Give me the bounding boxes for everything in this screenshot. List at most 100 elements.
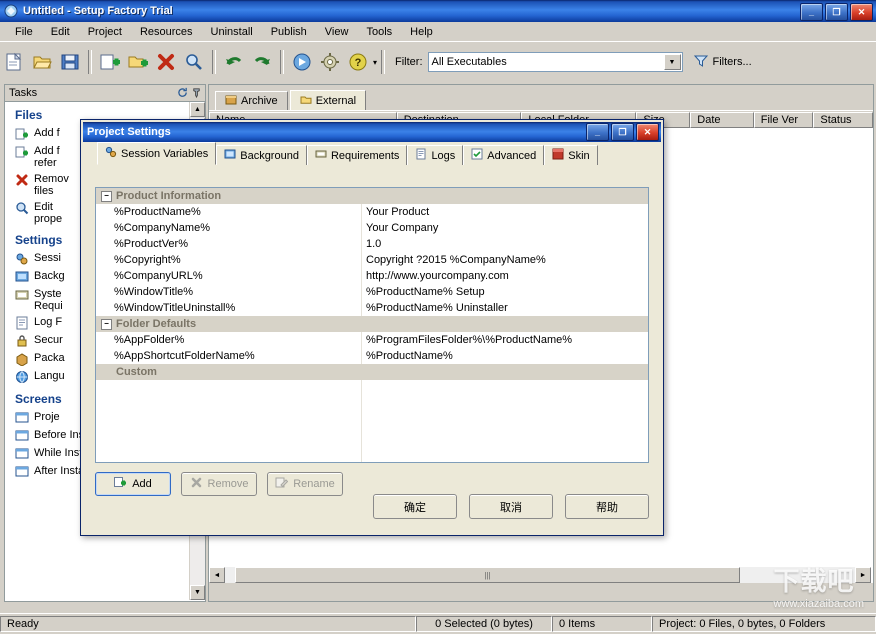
session-icon — [15, 252, 29, 266]
tab-background[interactable]: Background — [216, 145, 307, 165]
chevron-down-icon[interactable]: ▼ — [664, 54, 681, 70]
add-button-label: Add — [132, 478, 152, 490]
table-row[interactable]: %ProductName% Your Product — [96, 204, 648, 220]
variable-name: %Copyright% — [96, 254, 362, 266]
grid-group-label: Product Information — [96, 190, 221, 202]
menu-tools[interactable]: Tools — [357, 24, 401, 40]
table-row[interactable]: %WindowTitle% %ProductName% Setup — [96, 284, 648, 300]
toolbar-separator — [88, 50, 92, 74]
menu-resources[interactable]: Resources — [131, 24, 202, 40]
requirements-icon — [315, 148, 327, 163]
find-icon[interactable] — [181, 49, 207, 75]
dialog-titlebar: Project Settings _ ❐ ✕ — [83, 122, 661, 142]
tab-skin[interactable]: Skin — [544, 145, 597, 165]
language-icon — [15, 370, 29, 384]
remove-button-label: Remove — [208, 478, 249, 490]
undo-icon[interactable] — [221, 49, 247, 75]
redo-icon[interactable] — [249, 49, 275, 75]
menu-publish[interactable]: Publish — [262, 24, 316, 40]
open-icon[interactable] — [29, 49, 55, 75]
scroll-down-arrow[interactable]: ▼ — [190, 585, 205, 600]
tab-session-variables[interactable]: Session Variables — [97, 142, 216, 165]
tab-advanced[interactable]: Advanced — [463, 145, 544, 165]
task-label: Add f — [34, 127, 60, 139]
table-row[interactable]: %AppFolder% %ProgramFilesFolder%\%Produc… — [96, 332, 648, 348]
menu-file[interactable]: File — [6, 24, 42, 40]
refresh-icon[interactable] — [177, 87, 188, 101]
menu-help[interactable]: Help — [401, 24, 442, 40]
menu-project[interactable]: Project — [79, 24, 131, 40]
maximize-button[interactable]: ❐ — [825, 3, 848, 21]
build-icon[interactable] — [289, 49, 315, 75]
table-row[interactable]: %AppShortcutFolderName% %ProductName% — [96, 348, 648, 364]
watermark-text: 下载吧 — [774, 566, 855, 596]
toolbar-overflow-chevron[interactable]: ▾ — [373, 58, 377, 67]
file-list-hscrollbar[interactable]: ◄ ||| ► — [209, 567, 871, 583]
column-status[interactable]: Status — [813, 112, 873, 128]
table-row[interactable]: %Copyright% Copyright ?2015 %CompanyName… — [96, 252, 648, 268]
delete-red-icon — [15, 173, 29, 187]
system-icon — [15, 288, 29, 302]
delete-icon[interactable] — [153, 49, 179, 75]
save-icon[interactable] — [57, 49, 83, 75]
table-row[interactable]: %WindowTitleUninstall% %ProductName% Uni… — [96, 300, 648, 316]
filters-button[interactable]: Filters... — [693, 53, 752, 72]
task-label: Syste Requi — [34, 288, 63, 312]
toolbar-separator-2 — [212, 50, 216, 74]
status-bar: Ready 0 Selected (0 bytes) 0 Items Proje… — [0, 613, 876, 634]
task-label: Backg — [34, 270, 65, 282]
tab-logs[interactable]: Logs — [407, 145, 463, 165]
new-icon[interactable] — [1, 49, 27, 75]
help-icon[interactable]: ? — [345, 49, 371, 75]
tab-external[interactable]: External — [290, 90, 366, 110]
status-items: 0 Items — [552, 616, 652, 632]
tab-archive[interactable]: Archive — [215, 91, 288, 110]
variable-value: %ProgramFilesFolder%\%ProductName% — [362, 334, 648, 346]
table-row[interactable]: %CompanyName% Your Company — [96, 220, 648, 236]
magnifier-icon — [15, 201, 29, 215]
screen-icon-4 — [15, 465, 29, 479]
hscroll-left-arrow[interactable]: ◄ — [209, 567, 225, 583]
window-titlebar: Untitled - Setup Factory Trial _ ❐ ✕ — [0, 0, 876, 22]
tab-requirements[interactable]: Requirements — [307, 145, 407, 165]
package-icon — [15, 352, 29, 366]
logs-icon — [415, 148, 427, 163]
pin-icon[interactable] — [191, 87, 202, 101]
cancel-button[interactable]: 取消 — [469, 494, 553, 519]
table-row[interactable]: %CompanyURL% http://www.yourcompany.com — [96, 268, 648, 284]
collapse-toggle-icon-2[interactable]: − — [101, 319, 112, 330]
add-folder-icon[interactable] — [125, 49, 151, 75]
filter-combobox[interactable]: All Executables ▼ — [428, 52, 683, 72]
ok-button[interactable]: 确定 — [373, 494, 457, 519]
rename-button[interactable]: Rename — [267, 472, 343, 496]
hscroll-thumb[interactable]: ||| — [235, 567, 740, 583]
project-settings-dialog: Project Settings _ ❐ ✕ Session Variables — [80, 119, 664, 536]
hscroll-track[interactable]: ||| — [225, 567, 855, 583]
external-icon — [300, 93, 312, 108]
menu-view[interactable]: View — [316, 24, 358, 40]
add-button[interactable]: Add — [95, 472, 171, 496]
column-file-ver[interactable]: File Ver — [754, 112, 814, 128]
dialog-maximize-button[interactable]: ❐ — [611, 123, 634, 141]
scroll-up-arrow[interactable]: ▲ — [190, 102, 205, 117]
grid-group-folder-defaults[interactable]: − Folder Defaults — [96, 316, 648, 332]
settings-icon[interactable] — [317, 49, 343, 75]
add-file-icon[interactable] — [97, 49, 123, 75]
session-variables-grid[interactable]: − Product Information %ProductName% Your… — [95, 187, 649, 463]
collapse-toggle-icon[interactable]: − — [101, 191, 112, 202]
table-row[interactable]: %ProductVer% 1.0 — [96, 236, 648, 252]
grid-group-custom[interactable]: Custom — [96, 364, 648, 380]
minimize-button[interactable]: _ — [800, 3, 823, 21]
dialog-title: Project Settings — [87, 126, 171, 138]
menu-edit[interactable]: Edit — [42, 24, 79, 40]
column-date[interactable]: Date — [690, 112, 753, 128]
grid-group-product-information[interactable]: − Product Information — [96, 188, 648, 204]
close-button[interactable]: ✕ — [850, 3, 873, 21]
menu-uninstall[interactable]: Uninstall — [202, 24, 262, 40]
dialog-close-button[interactable]: ✕ — [636, 123, 659, 141]
variable-value: Your Company — [362, 222, 648, 234]
help-button[interactable]: 帮助 — [565, 494, 649, 519]
remove-button[interactable]: Remove — [181, 472, 257, 496]
dialog-minimize-button[interactable]: _ — [586, 123, 609, 141]
dialog-body: Session Variables Background Requirement… — [81, 142, 663, 535]
